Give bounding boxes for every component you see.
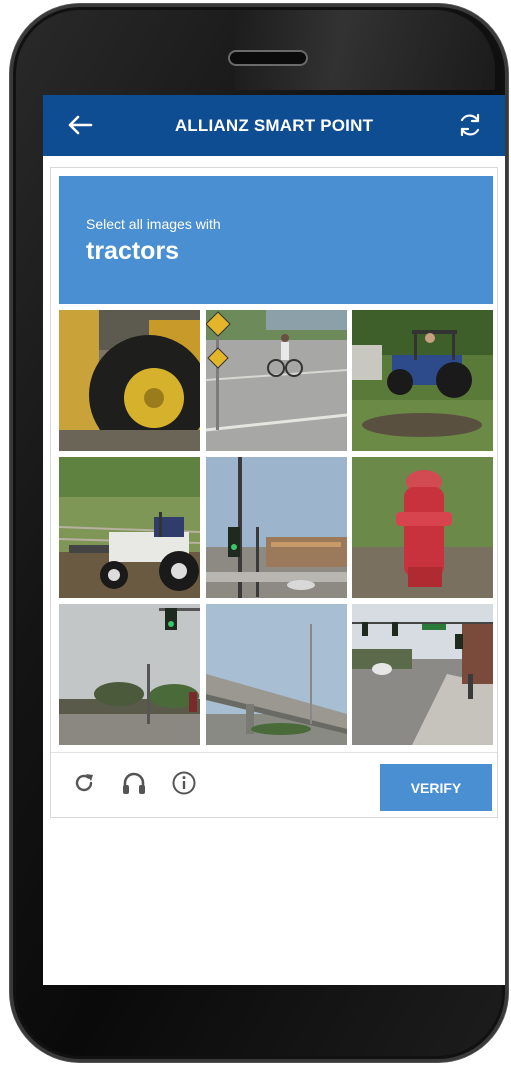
captcha-instruction: Select all images with: [86, 216, 221, 232]
captcha-footer-divider: [51, 752, 497, 753]
refresh-icon: [460, 113, 480, 137]
phone-glare: [235, 10, 495, 90]
audio-challenge-button[interactable]: [119, 768, 149, 798]
tile-white-tractor-loader[interactable]: [59, 457, 200, 598]
reload-icon: [75, 774, 93, 792]
info-icon: [172, 771, 196, 795]
app-header: ALLIANZ SMART POINT: [43, 95, 505, 156]
tile-street-lamp-traffic-light[interactable]: [206, 457, 347, 598]
tile-cyclist-road-sign[interactable]: [206, 310, 347, 451]
captcha-target: tractors: [86, 237, 180, 265]
tile-traffic-light-trees[interactable]: [59, 604, 200, 745]
arrow-left-icon: [68, 115, 93, 135]
phone-frame: ALLIANZ SMART POINT Select all images wi…: [10, 4, 508, 1062]
info-button[interactable]: [169, 768, 199, 798]
refresh-button[interactable]: [453, 109, 487, 141]
phone-speaker: [230, 52, 306, 64]
captcha-widget: Select all images with tractors VERIFY: [50, 167, 498, 818]
phone-screen: ALLIANZ SMART POINT Select all images wi…: [43, 95, 505, 985]
app-title: ALLIANZ SMART POINT: [174, 115, 374, 135]
captcha-image-grid: [59, 310, 493, 745]
back-button[interactable]: [63, 109, 97, 141]
verify-button[interactable]: VERIFY: [380, 764, 492, 811]
reload-button[interactable]: [69, 768, 99, 798]
tile-red-fire-hydrant[interactable]: [352, 457, 493, 598]
captcha-prompt: Select all images with tractors: [59, 176, 493, 304]
tile-highway-overpass[interactable]: [206, 604, 347, 745]
tile-street-traffic-lights[interactable]: [352, 604, 493, 745]
headphones-icon: [123, 772, 145, 794]
tile-tractor-wheel-closeup[interactable]: [59, 310, 200, 451]
tile-blue-tractor-field[interactable]: [352, 310, 493, 451]
